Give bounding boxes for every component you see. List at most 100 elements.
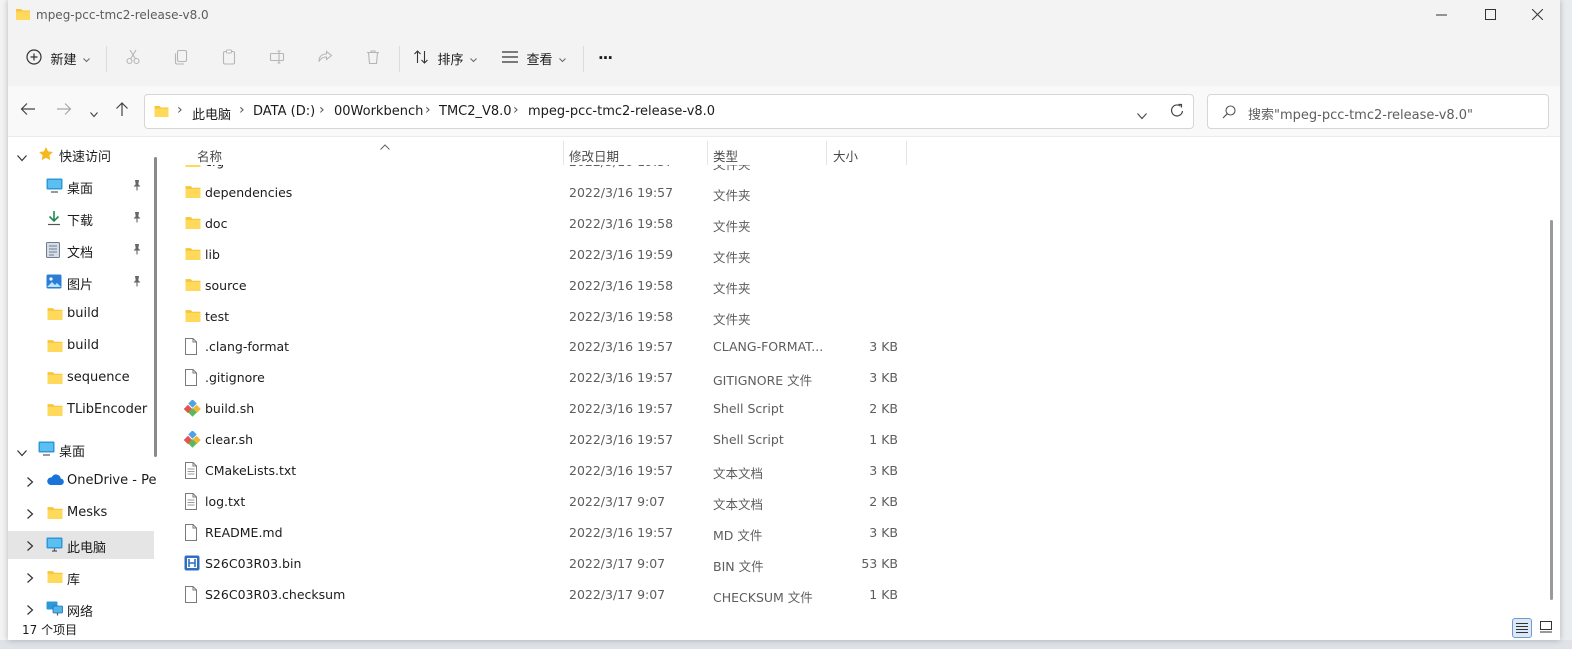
breadcrumb-workbench[interactable]: 00Workbench [334, 104, 423, 119]
chevron-down-icon[interactable] [17, 150, 27, 165]
column-header-size[interactable]: 大小 [833, 146, 858, 165]
folder-icon [184, 184, 202, 202]
nav-item[interactable]: 快速访问 [8, 140, 154, 168]
nav-item[interactable]: 桌面 [8, 435, 154, 463]
script-icon [183, 430, 202, 449]
breadcrumb-current-folder[interactable]: mpeg-pcc-tmc2-release-v8.0 [528, 104, 715, 119]
taskbar-edge [0, 640, 1572, 649]
nav-item[interactable]: TLibEncoder [8, 396, 154, 424]
nav-item[interactable]: 下载 [8, 204, 154, 232]
paste-button[interactable] [214, 40, 244, 76]
file-row[interactable]: README.md 2022/3/16 19:57 MD 文件 3 KB [158, 518, 918, 549]
maximize-button[interactable] [1467, 0, 1513, 30]
navigation-pane: 快速访问 桌面 下载 文档 图片 build build sequence TLibEncode… [8, 137, 156, 620]
breadcrumb-drive[interactable]: DATA (D:) [253, 104, 315, 119]
navigation-pane-scrollbar[interactable] [154, 157, 157, 457]
column-divider[interactable] [563, 141, 564, 165]
file-row[interactable]: build.sh 2022/3/16 19:57 Shell Script 2 KB [158, 394, 918, 425]
chevron-right-icon[interactable] [27, 507, 34, 522]
breadcrumb-tmc2[interactable]: TMC2_V8.0 [439, 104, 512, 119]
tiles-view-button[interactable] [1536, 618, 1556, 638]
details-view-button[interactable] [1512, 618, 1532, 638]
nav-item[interactable]: Mesks [8, 499, 154, 527]
nav-item[interactable]: build [8, 332, 154, 360]
file-icon [184, 338, 202, 356]
up-button[interactable] [115, 101, 129, 120]
delete-button[interactable] [358, 40, 388, 76]
more-options-button[interactable]: ··· [592, 40, 618, 76]
forward-button[interactable] [56, 102, 72, 119]
nav-item[interactable]: 图片 [8, 268, 154, 296]
close-button[interactable] [1514, 0, 1560, 30]
nav-item[interactable]: 文档 [8, 236, 154, 264]
view-button[interactable]: 查看 [500, 40, 568, 76]
chevron-right-icon[interactable] [27, 475, 34, 490]
nav-item-label: sequence [67, 370, 130, 385]
nav-item-label: 桌面 [59, 445, 86, 460]
nav-item-label: build [67, 306, 99, 321]
column-divider[interactable] [707, 141, 708, 165]
column-header-type[interactable]: 类型 [713, 146, 738, 165]
nav-item[interactable]: sequence [8, 364, 154, 392]
folder-icon [184, 215, 202, 233]
file-row[interactable]: .clang-format 2022/3/16 19:57 CLANG-FORMAT… [158, 332, 918, 363]
file-row[interactable]: test 2022/3/16 19:58 文件夹 [158, 302, 918, 333]
file-modified-date: 2022/3/16 19:57 [569, 524, 674, 540]
column-divider[interactable] [826, 141, 827, 165]
item-count: 17 个项目 [22, 623, 78, 637]
file-row[interactable]: CMakeLists.txt 2022/3/16 19:57 文本文档 3 KB [158, 456, 918, 487]
nav-item-label: 库 [67, 573, 81, 588]
file-name: lib [205, 246, 220, 262]
column-header-name[interactable]: 名称 [197, 146, 222, 165]
folder-icon [46, 306, 64, 324]
column-divider[interactable] [906, 141, 907, 165]
file-row[interactable]: lib 2022/3/16 19:59 文件夹 [158, 240, 918, 271]
file-row[interactable]: dependencies 2022/3/16 19:57 文件夹 [158, 178, 918, 209]
file-row[interactable]: S26C03R03.bin 2022/3/17 9:07 BIN 文件 53 KB [158, 549, 918, 580]
chevron-right-icon[interactable] [27, 603, 34, 618]
folder-icon [184, 277, 202, 295]
file-row[interactable]: .gitignore 2022/3/16 19:57 GITIGNORE 文件 3 K… [158, 363, 918, 394]
address-bar[interactable]: › 此电脑 › DATA (D:) › 00Workbench › TMC2_V… [144, 94, 1194, 129]
file-modified-date: 2022/3/16 19:57 [569, 401, 674, 417]
file-row[interactable]: clear.sh 2022/3/16 19:57 Shell Script 1 KB [158, 425, 918, 456]
file-row[interactable]: source 2022/3/16 19:58 文件夹 [158, 271, 918, 302]
new-button[interactable]: 新建 [22, 40, 94, 76]
nav-item[interactable]: OneDrive - Pe [8, 467, 156, 495]
file-name: doc [205, 215, 228, 231]
recent-locations-button[interactable] [90, 106, 98, 121]
file-name: source [205, 277, 247, 293]
breadcrumb-this-pc[interactable]: 此电脑 [192, 104, 231, 123]
desktop-icon [46, 178, 63, 196]
back-button[interactable] [20, 102, 36, 119]
rename-button[interactable] [262, 40, 292, 76]
chevron-down-icon[interactable] [17, 445, 27, 460]
file-row[interactable]: doc 2022/3/16 19:58 文件夹 [158, 209, 918, 240]
folder-icon [184, 165, 202, 171]
file-row[interactable]: log.txt 2022/3/17 9:07 文本文档 2 KB [158, 487, 918, 518]
chevron-down-icon [1137, 108, 1147, 123]
column-header-date[interactable]: 修改日期 [569, 146, 619, 165]
nav-item[interactable]: build [8, 300, 154, 328]
chevron-right-icon[interactable] [27, 539, 34, 554]
share-button[interactable] [310, 40, 340, 76]
file-name: clear.sh [205, 432, 254, 448]
minimize-button[interactable] [1418, 0, 1464, 30]
refresh-button[interactable] [1170, 103, 1184, 121]
address-history-button[interactable] [1137, 108, 1147, 123]
file-list-scrollbar[interactable] [1550, 220, 1553, 600]
breadcrumb-chevron-icon: › [177, 102, 183, 118]
file-row[interactable]: S26C03R03.checksum 2022/3/17 9:07 CHECKSUM… [158, 580, 918, 611]
search-box[interactable]: 搜索"mpeg-pcc-tmc2-release-v8.0" [1207, 94, 1549, 129]
copy-button[interactable] [166, 40, 196, 76]
nav-item[interactable]: 此电脑 [8, 531, 154, 559]
file-type: CLANG-FORMAT... [713, 339, 824, 355]
nav-item[interactable]: 桌面 [8, 172, 154, 200]
file-name: test [205, 308, 230, 324]
cut-button[interactable] [118, 40, 148, 76]
toolbar-divider [583, 46, 584, 72]
nav-item[interactable]: 库 [8, 563, 154, 591]
chevron-right-icon[interactable] [27, 571, 34, 586]
file-row[interactable]: cfg 2022/3/16 19:57 文件夹 [158, 165, 918, 178]
sort-button[interactable]: 排序 [412, 40, 478, 76]
